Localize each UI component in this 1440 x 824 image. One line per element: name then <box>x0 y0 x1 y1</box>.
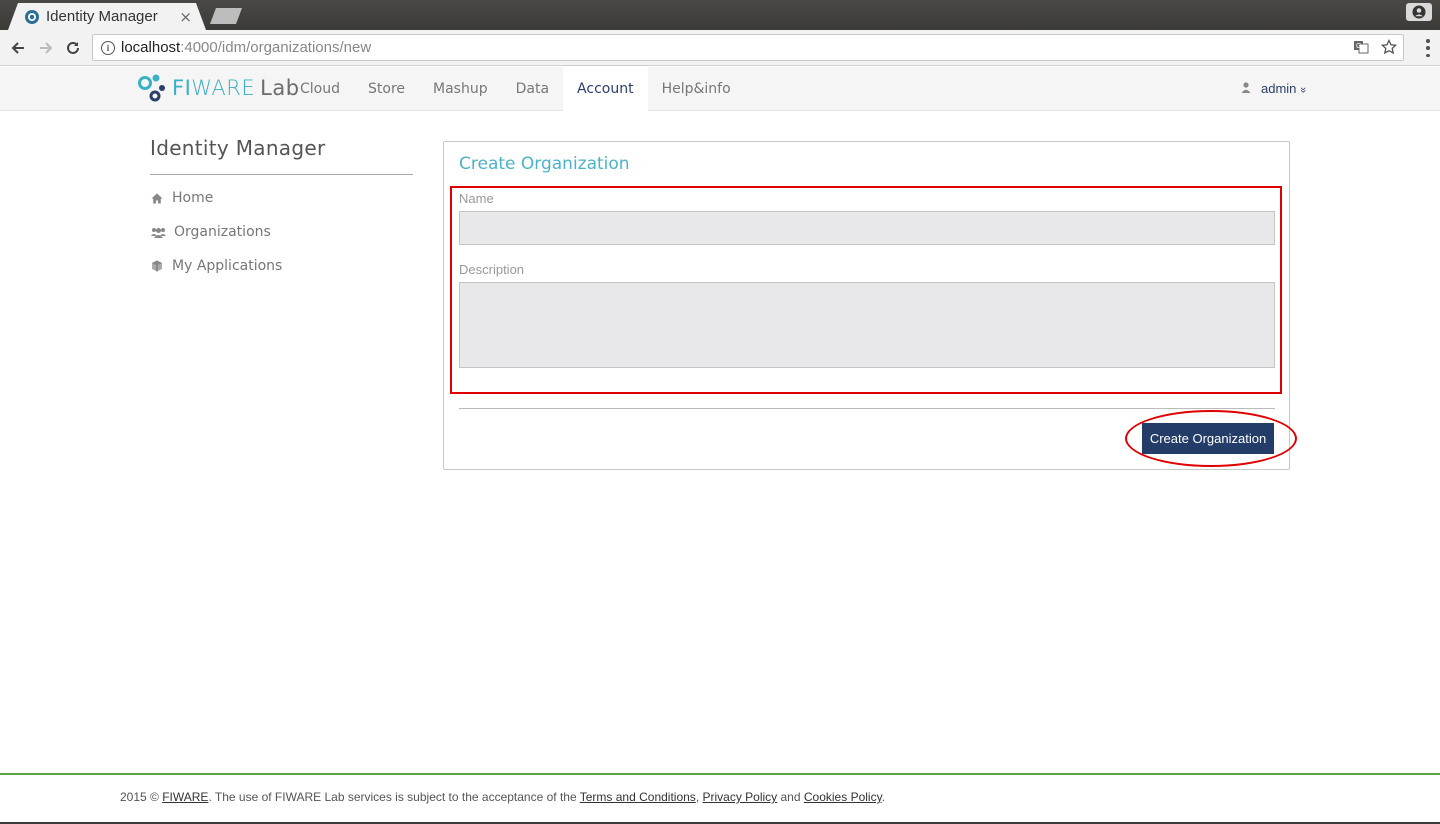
translate-icon[interactable]: G <box>1353 39 1369 59</box>
browser-toolbar: i localhost:4000/idm/organizations/new G <box>0 30 1440 66</box>
sidebar-item-label: Organizations <box>174 224 271 240</box>
fiware-lab-logo[interactable]: FIWARE Lab <box>138 73 300 103</box>
nav-item-cloud[interactable]: Cloud <box>286 67 354 111</box>
name-label: Name <box>459 191 494 206</box>
form-divider <box>459 408 1275 409</box>
back-arrow-icon[interactable] <box>7 37 29 59</box>
terms-link[interactable]: Terms and Conditions <box>580 790 696 804</box>
new-tab-button[interactable] <box>210 8 242 24</box>
top-navbar: FIWARE Lab Cloud Store Mashup Data Accoun… <box>0 67 1440 111</box>
user-name: admin <box>1261 81 1297 96</box>
user-menu[interactable]: admin » <box>1241 81 1310 96</box>
description-textarea[interactable] <box>459 282 1275 368</box>
reload-icon[interactable] <box>62 37 84 59</box>
url-path: :4000/idm/organizations/new <box>180 39 372 56</box>
url-host: localhost <box>121 39 181 56</box>
fiware-favicon-icon <box>24 9 40 25</box>
chevron-down-icon: » <box>1297 86 1310 94</box>
sidebar: Identity Manager Home Organizations My A… <box>150 136 413 283</box>
fiware-logo-icon <box>138 74 165 102</box>
browser-menu-icon[interactable] <box>1426 39 1430 57</box>
privacy-link[interactable]: Privacy Policy <box>702 790 777 804</box>
nav-item-mashup[interactable]: Mashup <box>419 67 502 111</box>
panel-title: Create Organization <box>459 154 630 174</box>
nav-item-account[interactable]: Account <box>563 67 648 111</box>
sidebar-item-label: My Applications <box>172 258 283 274</box>
footer: 2015 © FIWARE. The use of FIWARE Lab ser… <box>0 773 1440 824</box>
bookmark-star-icon[interactable] <box>1380 38 1398 59</box>
home-icon <box>150 193 164 204</box>
browser-tab[interactable]: Identity Manager × <box>8 3 206 30</box>
fiware-link[interactable]: FIWARE <box>162 790 208 804</box>
sidebar-item-organizations[interactable]: Organizations <box>150 215 413 249</box>
svg-text:G: G <box>1356 43 1361 50</box>
tab-close-icon[interactable]: × <box>179 8 192 26</box>
profile-icon[interactable] <box>1406 3 1432 21</box>
create-organization-panel: Create Organization Name Description Cre… <box>443 141 1297 470</box>
name-input[interactable] <box>459 211 1275 245</box>
nav-menu: Cloud Store Mashup Data Account Help&inf… <box>286 67 745 111</box>
cube-icon <box>150 260 164 272</box>
nav-item-store[interactable]: Store <box>354 67 419 111</box>
forward-arrow-icon[interactable] <box>35 37 57 59</box>
users-icon <box>150 227 166 238</box>
address-bar[interactable]: i localhost:4000/idm/organizations/new G <box>92 34 1404 61</box>
create-organization-button[interactable]: Create Organization <box>1142 423 1274 454</box>
cookies-link[interactable]: Cookies Policy <box>804 790 882 804</box>
nav-item-data[interactable]: Data <box>502 67 563 111</box>
sidebar-item-label: Home <box>172 190 214 206</box>
sidebar-title: Identity Manager <box>150 136 413 175</box>
nav-item-helpinfo[interactable]: Help&info <box>648 67 745 111</box>
sidebar-item-home[interactable]: Home <box>150 181 413 215</box>
browser-tab-strip: Identity Manager × <box>0 0 1440 30</box>
user-icon <box>1241 81 1251 96</box>
site-info-icon[interactable]: i <box>101 40 115 55</box>
tab-title: Identity Manager <box>46 8 158 25</box>
sidebar-item-my-applications[interactable]: My Applications <box>150 249 413 283</box>
description-label: Description <box>459 262 525 277</box>
sidebar-list: Home Organizations My Applications <box>150 181 413 283</box>
logo-wordmark: FIWARE Lab <box>172 76 300 100</box>
footer-text: 2015 © FIWARE. The use of FIWARE Lab ser… <box>120 790 886 804</box>
